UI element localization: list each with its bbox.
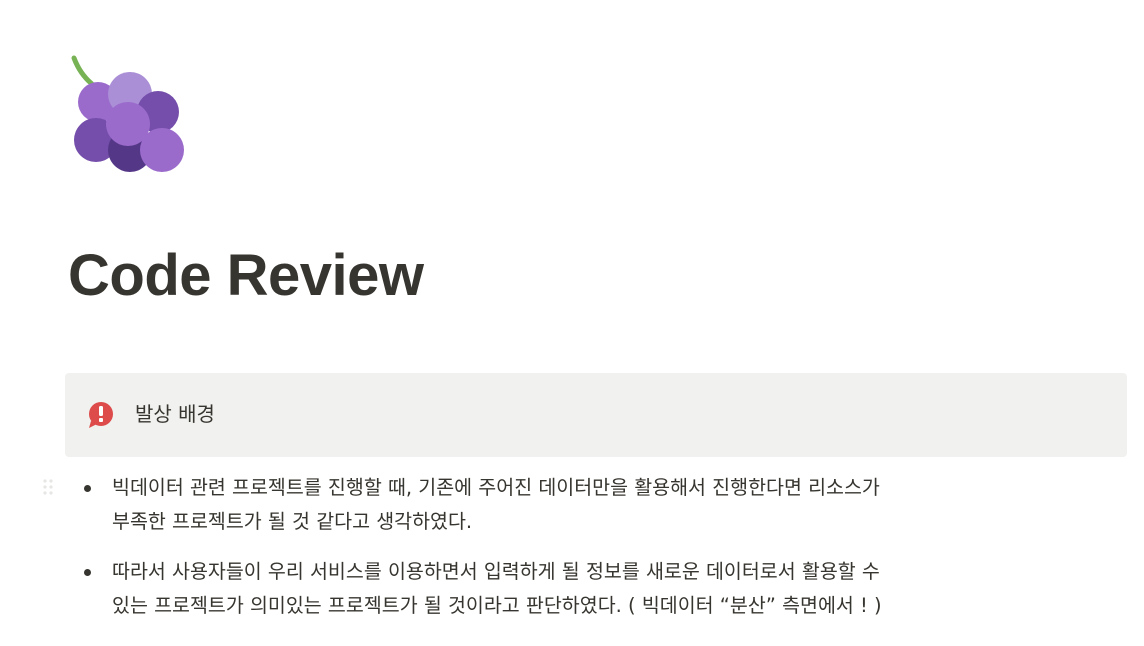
list-item-line: 있는 프로젝트가 의미있는 프로젝트가 될 것이라고 판단하였다. ( 빅데이터… (112, 594, 882, 617)
bullet-icon (84, 485, 91, 492)
exclamation-speech-bubble-icon[interactable] (87, 401, 115, 429)
grapes-icon[interactable] (66, 52, 196, 182)
list-item-line: 부족한 프로젝트가 될 것 같다고 생각하였다. (112, 510, 473, 533)
page-title[interactable]: Code Review (68, 242, 424, 309)
bullet-icon (84, 569, 91, 576)
list-item[interactable]: 빅데이터 관련 프로젝트를 진행할 때, 기존에 주어진 데이터만을 활용해서 … (80, 471, 1130, 539)
callout-text[interactable]: 발상 배경 (135, 399, 215, 429)
list-item[interactable]: 따라서 사용자들이 우리 서비스를 이용하면서 입력하게 될 정보를 새로운 데… (80, 555, 1130, 623)
list-item-line: 빅데이터 관련 프로젝트를 진행할 때, 기존에 주어진 데이터만을 활용해서 … (112, 476, 880, 499)
drag-handle-icon[interactable] (42, 478, 54, 496)
list-item-line: 따라서 사용자들이 우리 서비스를 이용하면서 입력하게 될 정보를 새로운 데… (112, 560, 880, 583)
callout-block[interactable]: 발상 배경 (65, 373, 1127, 457)
bulleted-list: 빅데이터 관련 프로젝트를 진행할 때, 기존에 주어진 데이터만을 활용해서 … (80, 471, 1130, 639)
